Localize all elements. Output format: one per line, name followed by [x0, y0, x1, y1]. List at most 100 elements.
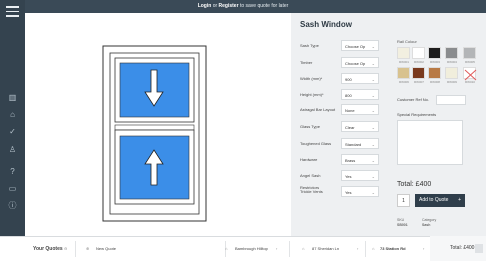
config-row-value: Standard — [345, 142, 362, 147]
chevron-down-icon: ⌄ — [371, 125, 375, 130]
chevron-down-icon: ⌄ — [371, 190, 375, 195]
config-row-label: Timber — [300, 60, 313, 65]
card-icon[interactable]: ▭ — [6, 183, 19, 195]
category-value: Sash — [422, 223, 431, 227]
bank-icon[interactable]: ⌂ — [6, 109, 19, 121]
special-requirements-label: Special Requirements — [397, 112, 437, 117]
quote-3-icon: ⌂ — [372, 246, 375, 251]
rail-colour-swatch[interactable] — [412, 67, 425, 79]
chevron-down-icon: ⌄ — [371, 108, 375, 113]
building-icon[interactable]: ▥ — [6, 92, 19, 104]
rail-colour-swatch-label: RW010 — [465, 80, 475, 84]
config-row-label: Glass Type — [300, 124, 320, 129]
config-row-value: Yes — [345, 190, 352, 195]
your-quotes-label: Your Quotes — [33, 246, 63, 252]
rail-colour-swatch[interactable] — [428, 47, 441, 59]
config-row-select[interactable]: 900 ⌄ — [341, 73, 379, 84]
config-row: Timber Choose Op ⌄ — [300, 57, 385, 69]
check-icon[interactable]: ✓ — [6, 126, 19, 138]
chevron-down-icon: ⌄ — [371, 174, 375, 179]
special-requirements-textarea[interactable] — [397, 120, 463, 165]
bottom-total: Total: £400 — [450, 245, 475, 251]
hamburger-menu-icon[interactable] — [6, 6, 19, 17]
config-row-value: Yes — [345, 174, 352, 179]
config-row-label: Astragal Bar Layout — [300, 107, 336, 112]
quote-tab-2[interactable]: 87 Sheridan Ln — [312, 237, 339, 261]
register-link[interactable]: Register — [219, 3, 239, 9]
config-row: Hardware Brass ⌄ — [300, 154, 385, 166]
config-row-select[interactable]: Standard ⌄ — [341, 138, 379, 149]
rail-colour-swatch-label: RW005 — [465, 60, 475, 64]
config-row-label: Toughened Glass — [300, 141, 332, 146]
info-icon[interactable]: ⓘ — [6, 200, 19, 212]
quotes-bar: Your Quotes ⊖ ⊕ New Quote ⌂ Bambrough Hi… — [0, 236, 486, 261]
rail-colour-swatch[interactable] — [428, 67, 441, 79]
config-row: Astragal Bar Layout None ⌄ — [300, 104, 385, 116]
config-row-label: Width (mm)* — [300, 76, 323, 81]
config-row-value: 800 — [345, 93, 352, 98]
config-row-value: 900 — [345, 77, 352, 82]
config-row: Sash Type Choose Op ⌄ — [300, 40, 385, 52]
config-row-select[interactable]: Choose Op ⌄ — [341, 57, 379, 68]
config-row-select[interactable]: Yes ⌄ — [341, 170, 379, 181]
top-login-bar: Login or Register to save quote for late… — [0, 0, 486, 13]
chevron-down-icon: ⌄ — [371, 61, 375, 66]
config-row-select[interactable]: Clear ⌄ — [341, 121, 379, 132]
config-row-label: Hardware — [300, 157, 318, 162]
product-title: Sash Window — [300, 20, 352, 29]
new-quote-icon[interactable]: ⊕ — [86, 237, 89, 261]
customer-ref-input[interactable] — [436, 95, 466, 105]
config-row-label: Height (mm)* — [300, 92, 324, 97]
config-row-value: Brass — [345, 158, 356, 163]
config-row-select[interactable]: 800 ⌄ — [341, 89, 379, 100]
left-nav: ▥ ⌂ ✓ ♙ ? ▭ ⓘ — [0, 0, 25, 261]
chevron-down-icon: ⌄ — [371, 142, 375, 147]
chevron-down-icon: ⌄ — [371, 77, 375, 82]
new-quote-button[interactable]: New Quote — [96, 237, 116, 261]
rail-colour-swatch[interactable] — [463, 47, 476, 59]
rail-colour-swatch-label: RW007 — [414, 80, 424, 84]
config-row: Width (mm)* 900 ⌄ — [300, 73, 385, 85]
quote-1-chevron-icon[interactable]: › — [276, 237, 277, 261]
quote-1-icon: ⌂ — [225, 246, 228, 251]
bottom-total-area: Total: £400 — [430, 236, 486, 261]
config-row-select[interactable]: Brass ⌄ — [341, 154, 379, 165]
chevron-down-icon: ⌄ — [371, 44, 375, 49]
add-to-quote-label: Add to Quote — [419, 197, 449, 203]
plus-icon: + — [458, 197, 461, 203]
config-row-value: Choose Op — [345, 61, 366, 66]
help-icon[interactable]: ? — [6, 166, 19, 178]
sku-block: SKU SB001 — [397, 218, 408, 228]
cart-icon[interactable] — [475, 244, 483, 253]
your-quotes-chevron-icon[interactable]: ⊖ — [64, 237, 67, 261]
sash-window-drawing — [102, 45, 207, 222]
rail-colour-swatch[interactable] — [397, 67, 410, 79]
config-row-label: Sash Type — [300, 43, 319, 48]
user-icon[interactable]: ♙ — [6, 144, 19, 156]
rail-colour-swatch[interactable] — [412, 47, 425, 59]
sku-value: SB001 — [397, 223, 408, 227]
total-price: Total: £400 — [397, 181, 432, 188]
config-row-select[interactable]: Yes ⌄ — [341, 186, 379, 197]
chevron-down-icon: ⌄ — [371, 158, 375, 163]
rail-colour-swatch-label: RW004 — [447, 60, 457, 64]
rail-colour-swatch[interactable] — [463, 67, 477, 81]
config-row-select[interactable]: Choose Op ⌄ — [341, 40, 379, 51]
config-row: Trickle Vents Yes ⌄ — [300, 186, 385, 198]
rail-colour-label: Rail Colour — [397, 39, 417, 44]
quote-tab-3[interactable]: 73 Station Rd — [380, 237, 406, 261]
rail-colour-swatch[interactable] — [445, 47, 458, 59]
rail-colour-swatch[interactable] — [397, 47, 410, 59]
quote-3-chevron-icon[interactable]: › — [423, 237, 424, 261]
config-row-value: Choose Op — [345, 44, 366, 49]
config-row-select[interactable]: None ⌄ — [341, 104, 379, 115]
rail-colour-swatch-label: RW001 — [399, 60, 409, 64]
quote-tab-1[interactable]: Bambrough Hilltop — [235, 237, 268, 261]
add-to-quote-button[interactable]: Add to Quote + — [415, 194, 465, 207]
config-row-value: Clear — [345, 125, 355, 130]
rail-colour-swatch[interactable] — [445, 67, 458, 79]
login-link[interactable]: Login — [198, 3, 212, 9]
quote-2-chevron-icon[interactable]: › — [357, 237, 358, 261]
quantity-input[interactable]: 1 — [397, 194, 410, 207]
rail-colour-swatch-label: RW002 — [414, 60, 424, 64]
